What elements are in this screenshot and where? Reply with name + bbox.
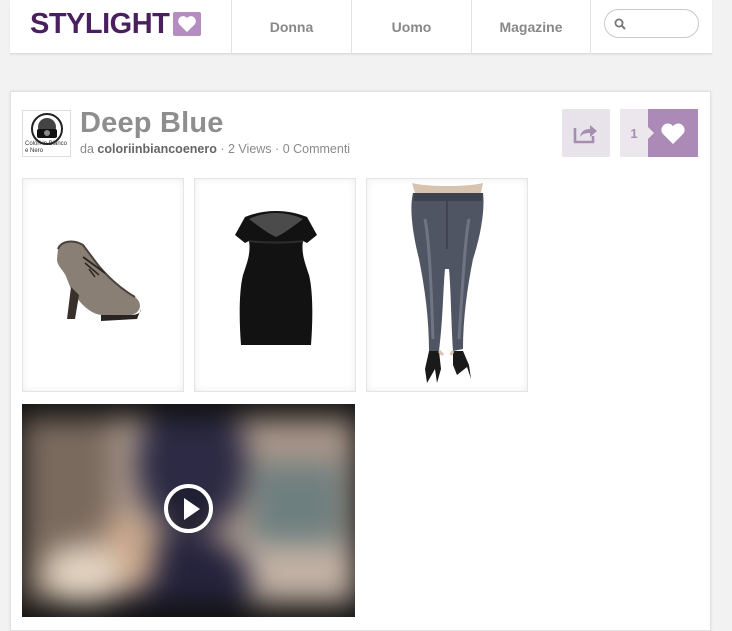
comments-count[interactable]: 0 Commenti [283,142,350,156]
play-icon[interactable] [164,484,213,533]
post-meta: da coloriinbiancoenero · 2 Views · 0 Com… [80,142,350,156]
main-nav: Donna Uomo Magazine [231,0,591,54]
heart-icon [173,12,202,36]
logo-text: STYLIGHT [30,7,170,40]
product-top[interactable] [194,178,356,392]
shoe-image [57,240,141,321]
nav-uomo[interactable]: Uomo [351,0,471,54]
share-button[interactable] [562,109,610,157]
site-header: STYLIGHT Donna Uomo Magazine [10,0,712,54]
heart-icon [661,123,685,144]
stylight-logo[interactable]: STYLIGHT [30,7,202,40]
product-jeans[interactable] [366,178,528,392]
views-count: 2 Views [228,142,272,156]
search-icon [614,18,626,30]
post-card: Colori in Bianco e Nero Deep Blue da col… [10,91,711,631]
avatar[interactable]: Colori in Bianco e Nero [22,110,71,157]
avatar-caption: Colori in Bianco e Nero [25,141,68,154]
like-group[interactable]: 1 [620,109,698,157]
top-image [235,211,317,345]
search-box[interactable] [604,9,699,38]
meta-prefix: da [80,142,94,156]
nav-donna[interactable]: Donna [231,0,351,54]
author-link[interactable]: coloriinbiancoenero [97,142,216,156]
product-shoe[interactable] [22,178,184,392]
like-button[interactable] [648,109,698,157]
search-input[interactable] [630,16,690,31]
meta-separator: · [275,142,280,156]
jeans-image [411,183,484,383]
post-title: Deep Blue [80,107,224,139]
nav-magazine[interactable]: Magazine [471,0,591,54]
share-icon [573,125,597,144]
video-player[interactable] [22,404,355,617]
meta-separator: · [220,142,225,156]
like-count: 1 [620,109,654,157]
